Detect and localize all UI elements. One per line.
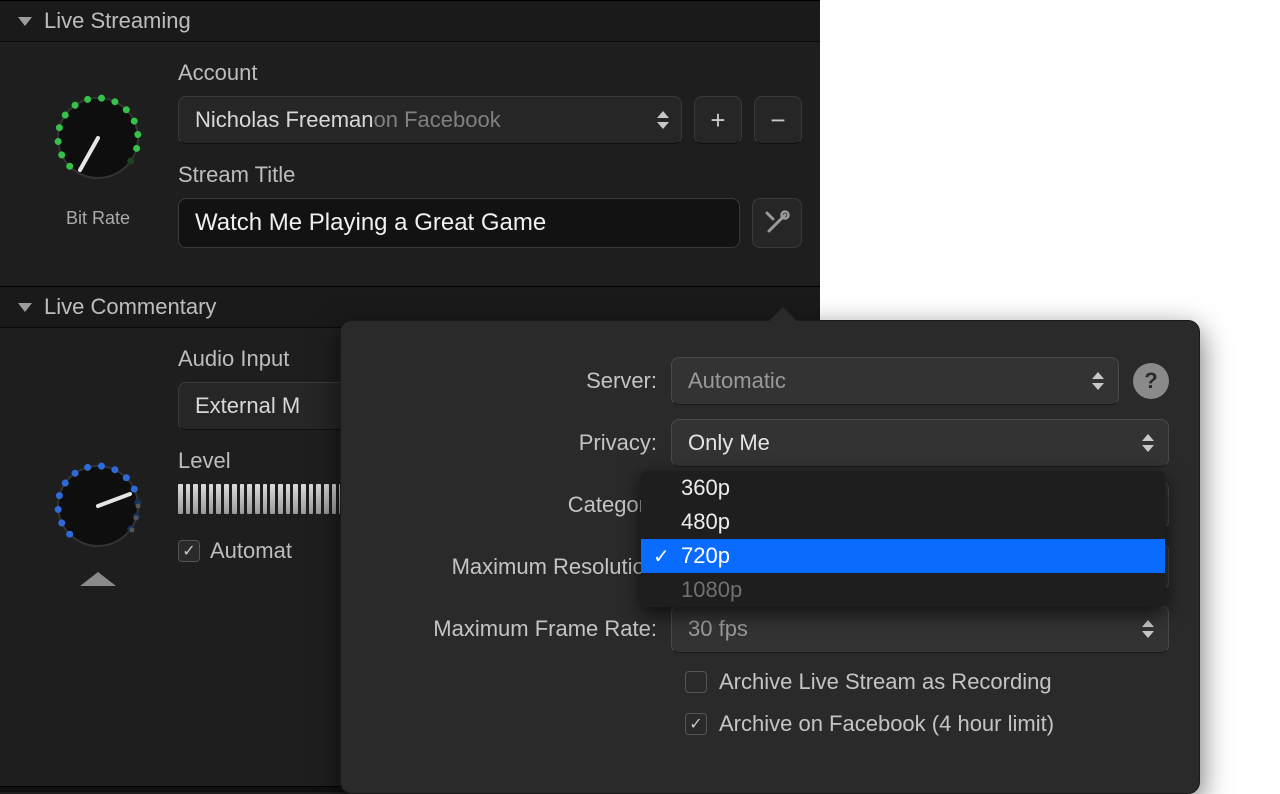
resolution-option-360p[interactable]: 360p — [641, 471, 1165, 505]
server-label: Server: — [371, 368, 671, 394]
account-name: Nicholas Freeman — [195, 107, 374, 133]
resolution-option-720p[interactable]: 720p — [641, 539, 1165, 573]
archive-facebook-label: Archive on Facebook (4 hour limit) — [719, 711, 1054, 737]
account-dropdown[interactable]: Nicholas Freeman on Facebook — [178, 96, 682, 144]
live-streaming-body: Bit Rate Account Nicholas Freeman on Fac… — [0, 42, 820, 286]
bitrate-dial[interactable] — [38, 78, 158, 198]
stepper-icon — [1142, 620, 1154, 638]
streaming-form: Account Nicholas Freeman on Facebook + −… — [178, 60, 802, 266]
section-title: Live Commentary — [44, 294, 216, 320]
archive-recording-checkbox[interactable] — [685, 671, 707, 693]
level-dial[interactable] — [38, 446, 158, 566]
stepper-icon — [1142, 434, 1154, 452]
help-button[interactable]: ? — [1133, 363, 1169, 399]
privacy-label: Privacy: — [371, 430, 671, 456]
stepper-icon — [1092, 372, 1104, 390]
archive-recording-label: Archive Live Stream as Recording — [719, 669, 1052, 695]
privacy-dropdown[interactable]: Only Me — [671, 419, 1169, 467]
max-resolution-label: Maximum Resolution — [371, 554, 671, 580]
speaker-icon — [78, 570, 118, 588]
auto-label: Automat — [210, 538, 292, 564]
bitrate-caption: Bit Rate — [66, 208, 130, 229]
tools-icon — [763, 209, 791, 237]
bitrate-dial-column: Bit Rate — [18, 60, 178, 266]
chevron-down-icon — [18, 17, 32, 26]
resolution-options-list: 360p 480p 720p 1080p — [641, 471, 1165, 607]
stream-settings-button[interactable] — [752, 198, 802, 248]
category-label: Category — [371, 492, 671, 518]
chevron-down-icon — [18, 303, 32, 312]
max-framerate-label: Maximum Frame Rate: — [371, 616, 671, 642]
resolution-option-480p[interactable]: 480p — [641, 505, 1165, 539]
level-dial-column — [18, 346, 178, 588]
account-label: Account — [178, 60, 802, 86]
audio-input-dropdown[interactable]: External M — [178, 382, 348, 430]
stream-settings-popover: Server: Automatic ? Privacy: Only Me Cat… — [340, 320, 1200, 794]
section-title: Live Streaming — [44, 8, 191, 34]
server-dropdown[interactable]: Automatic — [671, 357, 1119, 405]
resolution-option-1080p: 1080p — [641, 573, 1165, 607]
account-platform: on Facebook — [374, 107, 501, 133]
live-streaming-header[interactable]: Live Streaming — [0, 0, 820, 42]
add-account-button[interactable]: + — [694, 96, 742, 144]
max-framerate-dropdown[interactable]: 30 fps — [671, 605, 1169, 653]
stream-title-input[interactable]: Watch Me Playing a Great Game — [178, 198, 740, 248]
stream-title-label: Stream Title — [178, 162, 802, 188]
remove-account-button[interactable]: − — [754, 96, 802, 144]
archive-facebook-checkbox[interactable]: ✓ — [685, 713, 707, 735]
stepper-icon — [657, 111, 669, 129]
auto-checkbox[interactable]: ✓ — [178, 540, 200, 562]
